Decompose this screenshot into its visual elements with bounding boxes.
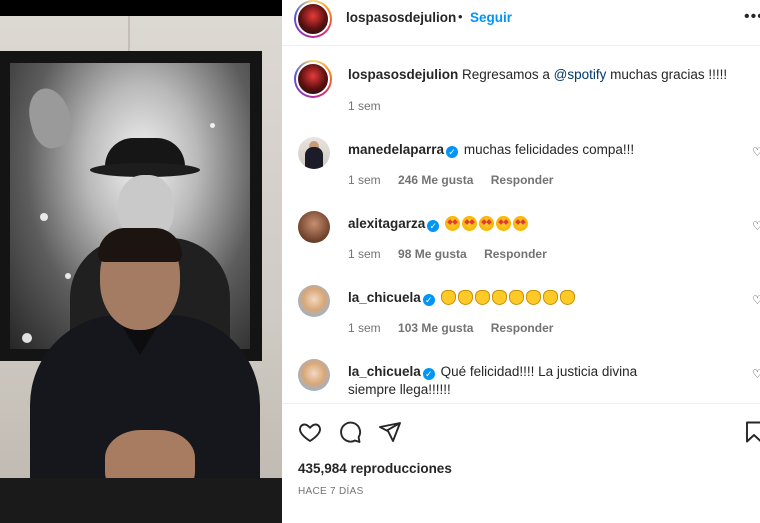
user-avatar[interactable] <box>298 285 330 317</box>
reply-button[interactable]: Responder <box>484 247 547 261</box>
comment-likes[interactable]: 98 Me gusta <box>398 247 467 261</box>
clapping-hands-emoji <box>457 290 473 305</box>
comment-username[interactable]: alexitagarza <box>348 216 425 231</box>
artwork-sparkle <box>40 213 48 221</box>
comment-username[interactable]: manedelaparra <box>348 142 444 157</box>
comment-likes[interactable]: 103 Me gusta <box>398 321 473 335</box>
comment-likes[interactable]: 246 Me gusta <box>398 173 473 187</box>
comment-emoji-row <box>440 290 577 305</box>
clapping-hands-emoji <box>542 290 558 305</box>
comment-time[interactable]: 1 sem <box>348 247 381 261</box>
comment-username[interactable]: la_chicuela <box>348 290 421 305</box>
clapping-hands-emoji <box>491 290 507 305</box>
comments-list[interactable]: lospasosdejulion Regresamos a @spotify m… <box>282 47 760 403</box>
post-actions-bar: 435,984 reproducciones HACE 7 DÍAS <box>282 403 760 523</box>
caption-username[interactable]: lospasosdejulion <box>348 67 458 82</box>
caption-time[interactable]: 1 sem <box>348 99 381 113</box>
comment-like-icon[interactable]: ♡ <box>752 367 760 381</box>
caption-text-before: Regresamos a <box>462 67 550 82</box>
share-icon[interactable] <box>378 420 402 444</box>
comment-emoji-row <box>445 216 530 231</box>
comment-time[interactable]: 1 sem <box>348 321 381 335</box>
post-header: lospasosdejulion • Seguir ••• <box>282 0 760 46</box>
verified-badge-icon: ✓ <box>427 220 440 232</box>
artwork-sparkle <box>210 123 215 128</box>
artwork-hand <box>22 83 78 153</box>
author-username[interactable]: lospasosdejulion <box>346 10 456 25</box>
table-surface <box>0 478 282 523</box>
person-hair <box>98 228 182 262</box>
user-avatar[interactable] <box>298 137 330 169</box>
caption-mention[interactable]: @spotify <box>554 67 607 82</box>
follow-button[interactable]: Seguir <box>470 10 512 25</box>
clapping-hands-emoji <box>525 290 541 305</box>
star-struck-emoji <box>496 216 512 231</box>
comment-time[interactable]: 1 sem <box>348 173 381 187</box>
comment-username[interactable]: la_chicuela <box>348 364 421 379</box>
comment-text: muchas felicidades compa!!! <box>463 142 635 157</box>
view-count[interactable]: 435,984 reproducciones <box>298 461 452 476</box>
star-struck-emoji <box>462 216 478 231</box>
reply-button[interactable]: Responder <box>491 321 554 335</box>
caption-text-after: muchas gracias !!!!! <box>610 67 728 82</box>
star-struck-emoji <box>445 216 461 231</box>
bookmark-icon[interactable] <box>742 420 760 444</box>
media-top-bar <box>0 0 282 16</box>
verified-badge-icon: ✓ <box>422 294 435 306</box>
comment-like-icon[interactable]: ♡ <box>752 293 760 307</box>
clapping-hands-emoji <box>440 290 456 305</box>
user-avatar[interactable] <box>298 211 330 243</box>
clapping-hands-emoji <box>508 290 524 305</box>
reply-button[interactable]: Responder <box>491 173 554 187</box>
comment-like-icon[interactable]: ♡ <box>752 219 760 233</box>
caption-author-avatar[interactable] <box>294 60 332 98</box>
verified-badge-icon: ✓ <box>446 146 459 158</box>
author-avatar[interactable] <box>294 0 332 38</box>
clapping-hands-emoji <box>559 290 575 305</box>
comment-like-icon[interactable]: ♡ <box>752 145 760 159</box>
post-media-video[interactable] <box>0 0 282 523</box>
clapping-hands-emoji <box>474 290 490 305</box>
heart-icon[interactable] <box>298 420 322 444</box>
star-struck-emoji <box>479 216 495 231</box>
verified-badge-icon: ✓ <box>422 368 435 380</box>
star-struck-emoji <box>513 216 529 231</box>
post-side-panel: lospasosdejulion • Seguir ••• lospasosde… <box>282 0 760 523</box>
comment-icon[interactable] <box>338 420 362 444</box>
more-options-icon[interactable]: ••• <box>744 8 760 26</box>
user-avatar[interactable] <box>298 359 330 391</box>
post-timestamp[interactable]: HACE 7 DÍAS <box>298 486 364 497</box>
header-separator: • <box>458 9 463 24</box>
